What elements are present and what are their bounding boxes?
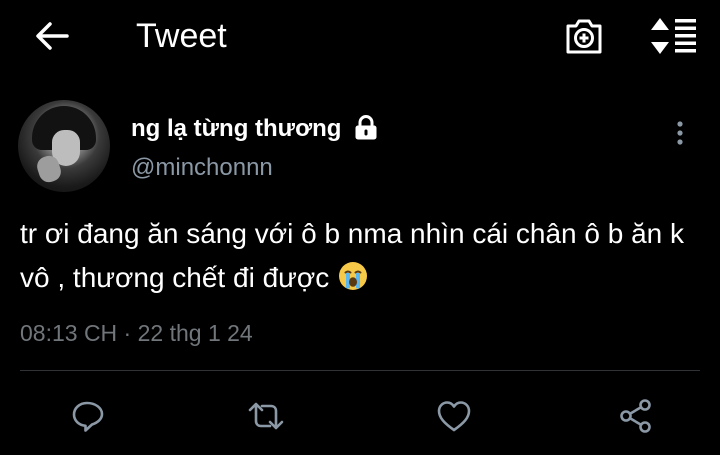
reply-button[interactable] (66, 394, 110, 438)
more-vertical-icon (677, 121, 683, 145)
like-button[interactable] (432, 394, 476, 438)
back-button[interactable] (32, 18, 72, 54)
divider (20, 370, 700, 371)
reply-icon (72, 401, 104, 432)
author-display-name[interactable]: ng lạ từng thương (131, 113, 341, 145)
more-options-button[interactable] (668, 118, 692, 148)
top-bar: Tweet (0, 0, 720, 72)
tweet-text: tr ơi đang ăn sáng với ô b nma nhìn cái … (20, 212, 720, 300)
lock-icon (355, 115, 377, 140)
share-icon (620, 399, 651, 433)
page-title: Tweet (136, 17, 227, 55)
heart-icon (437, 401, 471, 432)
sort-icon (651, 18, 696, 54)
retweet-button[interactable] (244, 394, 288, 438)
avatar[interactable] (18, 100, 110, 192)
camera-button[interactable] (562, 14, 606, 58)
share-button[interactable] (614, 394, 658, 438)
tweet-timestamp[interactable]: 08:13 CH · 22 thg 1 24 (20, 318, 253, 348)
sort-button[interactable] (648, 14, 700, 58)
camera-icon (566, 19, 602, 54)
author-handle[interactable]: @minchonnn (131, 152, 273, 184)
retweet-icon (248, 402, 284, 430)
loudly-crying-face-icon (339, 262, 368, 290)
arrow-left-icon (36, 22, 69, 50)
